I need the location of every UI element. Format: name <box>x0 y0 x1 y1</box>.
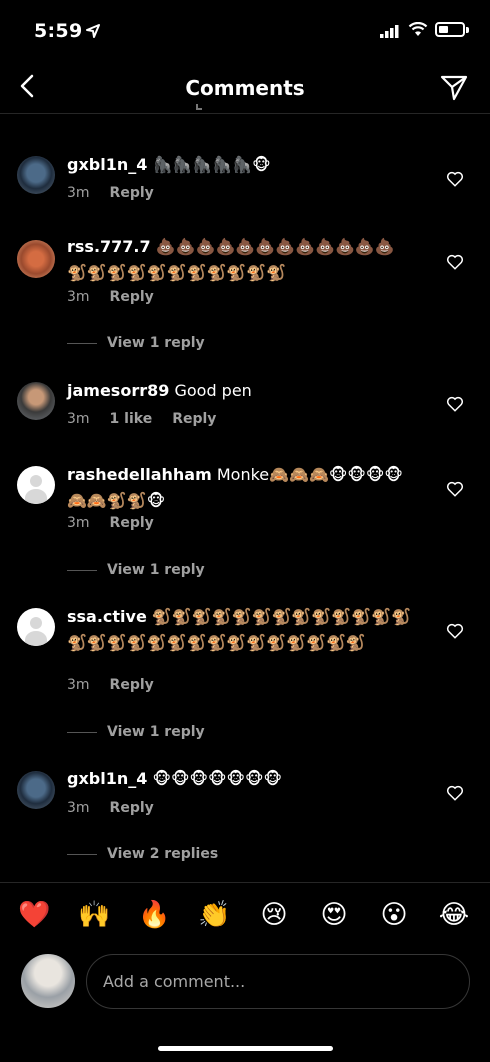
view-replies-link[interactable]: View 1 reply <box>67 335 205 351</box>
comment-time: 3m <box>67 800 90 816</box>
reply-button[interactable]: Reply <box>110 289 154 305</box>
avatar[interactable] <box>17 466 55 504</box>
reply-button[interactable]: Reply <box>110 515 154 531</box>
likes-count[interactable]: 1 like <box>110 411 153 427</box>
avatar[interactable] <box>17 608 55 646</box>
comment-composer <box>0 946 490 1026</box>
comment-time: 3m <box>67 185 90 201</box>
header: Comments <box>0 62 490 114</box>
view-replies-link[interactable]: View 1 reply <box>67 724 205 740</box>
comment-time: 3m <box>67 411 90 427</box>
page-title: Comments <box>185 76 305 100</box>
heart-emoji-reaction[interactable]: ❤️ <box>18 899 50 931</box>
comment-username[interactable]: gxbl1n_4 <box>67 155 147 174</box>
comment-text: Good pen <box>169 381 252 400</box>
avatar[interactable] <box>17 240 55 278</box>
comment-username[interactable]: rss.777.7 <box>67 237 151 256</box>
reply-button[interactable]: Reply <box>172 411 216 427</box>
comment-username[interactable]: jamesorr89 <box>67 381 169 400</box>
cellular-signal-icon <box>380 25 399 38</box>
heart-icon[interactable] <box>446 480 464 498</box>
comment-username[interactable]: gxbl1n_4 <box>67 769 147 788</box>
fire-emoji-reaction[interactable]: 🔥 <box>138 899 170 931</box>
comment-time: 3m <box>67 515 90 531</box>
comment-username[interactable]: rashedellahham <box>67 465 212 484</box>
comment-username[interactable]: ssa.ctive <box>67 607 147 626</box>
comment-time: 3m <box>67 289 90 305</box>
heart-icon[interactable] <box>446 784 464 802</box>
heart-icon[interactable] <box>446 622 464 640</box>
avatar[interactable] <box>17 156 55 194</box>
quick-reaction-bar: ❤️ 🙌 🔥 👏 😢 😍 😮 😂 <box>0 882 490 946</box>
reply-button[interactable]: Reply <box>110 185 154 201</box>
share-button[interactable] <box>438 71 470 103</box>
heart-eyes-emoji-reaction[interactable]: 😍 <box>318 899 350 931</box>
view-replies-link[interactable]: View 1 reply <box>67 562 205 578</box>
comment-text: 🐵🐵🐵🐵🐵🐵🐵 <box>147 769 282 788</box>
view-replies-link[interactable]: View 2 replies <box>67 846 218 862</box>
clipped-comment-fragment <box>150 104 220 114</box>
surprised-emoji-reaction[interactable]: 😮 <box>378 899 410 931</box>
heart-icon[interactable] <box>446 170 464 188</box>
location-arrow-icon <box>86 24 100 38</box>
comment-text: 🦍🦍🦍🦍🦍🐵 <box>147 155 271 174</box>
paper-plane-icon <box>440 75 468 101</box>
home-indicator[interactable] <box>158 1046 333 1051</box>
comment-input[interactable] <box>86 954 470 1009</box>
reply-button[interactable]: Reply <box>110 800 154 816</box>
wifi-icon <box>408 22 428 36</box>
heart-icon[interactable] <box>446 395 464 413</box>
raising-hands-emoji-reaction[interactable]: 🙌 <box>78 899 110 931</box>
clapping-emoji-reaction[interactable]: 👏 <box>198 899 230 931</box>
heart-icon[interactable] <box>446 253 464 271</box>
crying-emoji-reaction[interactable]: 😢 <box>258 899 290 931</box>
current-user-avatar <box>21 954 75 1008</box>
status-bar: 5:59 <box>0 0 490 62</box>
comment-time: 3m <box>67 677 90 693</box>
reply-button[interactable]: Reply <box>110 677 154 693</box>
battery-icon <box>435 22 465 37</box>
avatar[interactable] <box>17 382 55 420</box>
avatar[interactable] <box>17 771 55 809</box>
laughing-emoji-reaction[interactable]: 😂 <box>438 899 470 931</box>
status-time: 5:59 <box>34 20 83 42</box>
